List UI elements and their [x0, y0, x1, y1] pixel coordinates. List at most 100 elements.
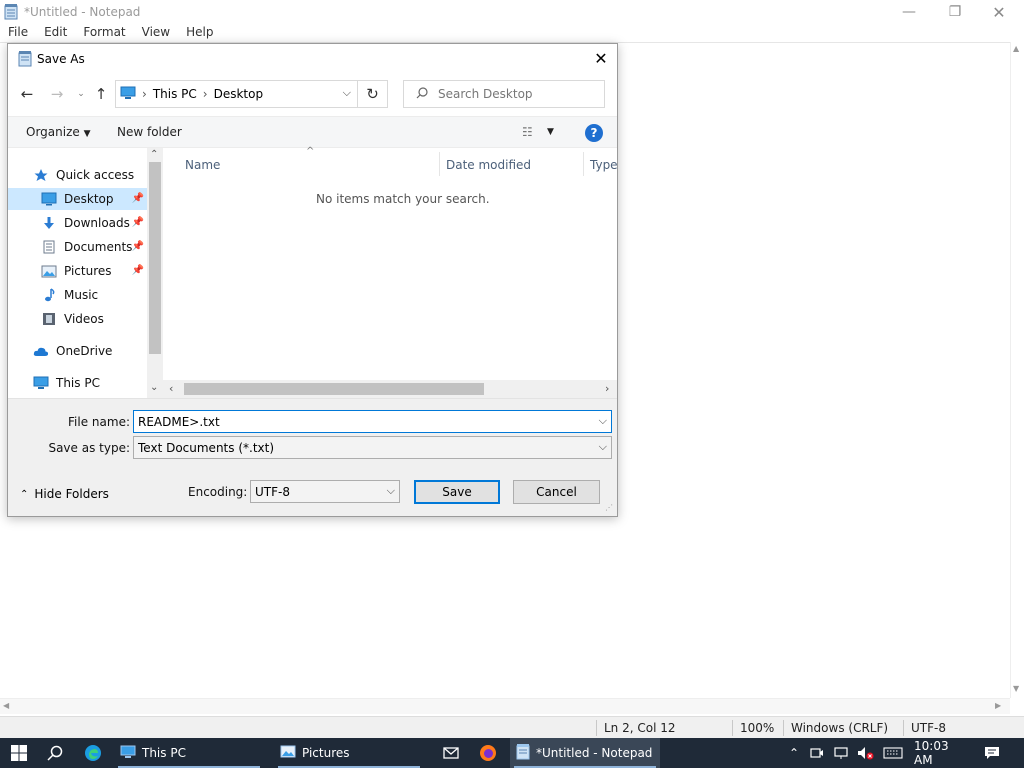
nav-item-desktop[interactable]: Desktop 📌 — [8, 188, 147, 210]
menu-edit[interactable]: Edit — [36, 24, 75, 42]
taskbar-app-pictures[interactable]: Pictures — [274, 738, 424, 768]
search-input[interactable]: Search Desktop — [403, 80, 605, 108]
keyboard-icon[interactable] — [882, 738, 904, 768]
save-button[interactable]: Save — [414, 480, 500, 504]
system-clock[interactable]: 10:03 AM — [914, 738, 970, 768]
documents-icon — [40, 239, 58, 255]
file-list[interactable]: ^ Name Date modified Type No items match… — [163, 146, 618, 380]
menu-view[interactable]: View — [134, 24, 178, 42]
pictures-window-icon — [280, 745, 296, 761]
nav-quick-access[interactable]: Quick access — [32, 164, 134, 186]
column-header-type[interactable]: Type — [590, 158, 618, 172]
dialog-title: Save As — [37, 52, 85, 66]
network-icon[interactable] — [832, 738, 850, 768]
volume-muted-icon[interactable] — [856, 738, 876, 768]
breadcrumb-separator-icon: › — [142, 87, 147, 101]
nav-item-music[interactable]: Music — [8, 284, 147, 306]
firefox-icon[interactable] — [477, 738, 499, 768]
organize-button[interactable]: Organize ▼ — [26, 125, 91, 139]
show-hidden-icons-chevron-icon[interactable]: ⌃ — [786, 738, 802, 768]
nav-this-pc[interactable]: This PC — [32, 372, 100, 394]
windows-start-icon[interactable] — [8, 738, 30, 768]
status-line-ending: Windows (CRLF) — [791, 721, 889, 735]
pin-icon: 📌 — [131, 265, 144, 276]
nav-item-downloads[interactable]: Downloads 📌 — [8, 212, 147, 234]
pc-icon — [120, 86, 136, 103]
file-name-dropdown-chevron-icon[interactable]: ⌵ — [599, 414, 607, 428]
taskbar-app-this-pc[interactable]: This PC — [114, 738, 264, 768]
resize-grip-icon[interactable]: ⋰ — [605, 503, 613, 512]
address-bar[interactable]: › This PC › Desktop ⌵ — [115, 80, 358, 108]
notepad-icon — [4, 4, 18, 23]
minimize-button[interactable]: — — [886, 0, 932, 24]
menu-format[interactable]: Format — [75, 24, 133, 42]
forward-arrow-icon[interactable]: → — [46, 83, 68, 105]
view-options-icon[interactable]: ☷ — [522, 125, 533, 139]
menu-file[interactable]: File — [0, 24, 36, 42]
scroll-right-arrow-icon[interactable]: ▶ — [995, 701, 1001, 710]
scroll-down-arrow-icon[interactable]: ▼ — [1013, 684, 1019, 693]
status-position: Ln 2, Col 12 — [604, 721, 676, 735]
nav-item-documents[interactable]: Documents 📌 — [8, 236, 147, 258]
menu-help[interactable]: Help — [178, 24, 221, 42]
scroll-up-chevron-icon[interactable]: ⌃ — [150, 149, 158, 160]
file-name-input[interactable]: README>.txt ⌵ — [133, 410, 612, 433]
save-as-type-dropdown-chevron-icon[interactable]: ⌵ — [599, 440, 607, 454]
breadcrumb-separator-icon: › — [202, 87, 208, 101]
hide-folders-button[interactable]: ⌃ Hide Folders — [20, 487, 109, 501]
navigation-bar: ← → ⌄ ↑ › This PC › Desktop ⌵ ↻ Search D… — [8, 76, 617, 114]
file-list-scroll-thumb[interactable] — [184, 383, 484, 395]
save-as-type-select[interactable]: Text Documents (*.txt) ⌵ — [133, 436, 612, 459]
videos-icon — [40, 311, 58, 327]
notepad-vertical-scrollbar[interactable]: ▲ ▼ — [1010, 42, 1024, 698]
empty-results-message: No items match your search. — [316, 192, 490, 206]
nav-item-videos[interactable]: Videos — [8, 308, 147, 330]
nav-item-pictures[interactable]: Pictures 📌 — [8, 260, 147, 282]
taskbar-search-icon[interactable] — [44, 738, 66, 768]
scroll-left-chevron-icon[interactable]: ‹ — [169, 382, 173, 395]
pictures-icon — [40, 263, 58, 279]
save-as-type-label: Save as type: — [48, 441, 130, 455]
file-name-label: File name: — [68, 415, 130, 429]
column-header-date-modified[interactable]: Date modified — [446, 158, 531, 172]
encoding-value: UTF-8 — [255, 484, 290, 499]
cancel-button[interactable]: Cancel — [513, 480, 600, 504]
breadcrumb-desktop[interactable]: Desktop — [214, 87, 264, 101]
scroll-left-arrow-icon[interactable]: ◀ — [3, 701, 9, 710]
help-icon[interactable]: ? — [585, 124, 603, 142]
pin-icon: 📌 — [131, 241, 144, 252]
new-folder-button[interactable]: New folder — [117, 125, 182, 139]
column-header-name[interactable]: Name — [185, 158, 220, 172]
back-arrow-icon[interactable]: ← — [16, 83, 38, 105]
taskbar-app-notepad[interactable]: *Untitled - Notepad — [510, 738, 660, 768]
recent-locations-chevron-icon[interactable]: ⌄ — [70, 83, 92, 105]
organize-dropdown-icon: ▼ — [83, 129, 91, 139]
scroll-right-chevron-icon[interactable]: › — [605, 382, 609, 395]
mail-icon[interactable] — [440, 738, 462, 768]
close-button[interactable]: ✕ — [976, 0, 1022, 24]
notepad-menubar: File Edit Format View Help — [0, 24, 1024, 42]
music-icon — [40, 287, 58, 303]
save-as-dialog: Save As ✕ ← → ⌄ ↑ › This PC › Desktop ⌵ … — [7, 43, 618, 517]
search-icon — [416, 86, 428, 102]
encoding-dropdown-chevron-icon[interactable]: ⌵ — [387, 484, 395, 498]
breadcrumb-this-pc[interactable]: This PC — [153, 87, 197, 101]
view-dropdown-chevron-icon[interactable]: ▼ — [547, 127, 554, 137]
address-dropdown-chevron-icon[interactable]: ⌵ — [343, 86, 351, 100]
edge-browser-icon[interactable] — [82, 738, 104, 768]
action-center-icon[interactable] — [982, 738, 1002, 768]
refresh-button[interactable]: ↻ — [358, 80, 388, 108]
scroll-up-arrow-icon[interactable]: ▲ — [1013, 44, 1019, 53]
scroll-down-chevron-icon[interactable]: ⌄ — [150, 382, 158, 393]
nav-onedrive[interactable]: OneDrive — [32, 340, 112, 362]
save-options-panel: File name: README>.txt ⌵ Save as type: T… — [8, 398, 617, 516]
meet-now-icon[interactable] — [808, 738, 826, 768]
nav-pane-scroll-thumb[interactable] — [149, 162, 161, 354]
notepad-horizontal-scrollbar[interactable]: ◀ ▶ — [0, 698, 1010, 714]
encoding-select[interactable]: UTF-8 ⌵ — [250, 480, 400, 503]
dialog-close-button[interactable]: ✕ — [588, 48, 614, 70]
status-encoding: UTF-8 — [911, 721, 946, 735]
restore-button[interactable]: ❐ — [932, 0, 978, 24]
file-explorer-icon — [120, 745, 136, 762]
up-arrow-icon[interactable]: ↑ — [90, 83, 112, 105]
